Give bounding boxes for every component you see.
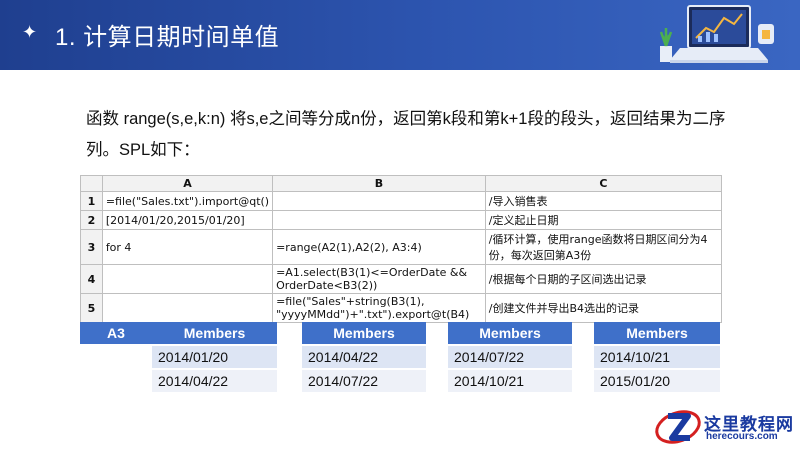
logo-site: herecours.com — [706, 431, 778, 442]
sparkle-icon: ✦ — [22, 22, 38, 42]
intro-text: 函数 range(s,e,k:n) 将s,e之间等分成n份，返回第k段和第k+1… — [86, 110, 726, 159]
cell-b2 — [272, 210, 486, 230]
date-cell: 2014/07/22 — [302, 370, 426, 392]
column-header-c: C — [484, 175, 723, 192]
members-header: Members — [152, 322, 277, 344]
cell-c2: /定义起止日期 — [484, 210, 723, 230]
table-row: 2015/01/20 — [594, 370, 720, 392]
cell-c1: /导入销售表 — [484, 191, 723, 211]
cell-b3: =range(A2(1),A2(2), A3:4) — [272, 229, 486, 265]
cell-a3: for 4 — [101, 229, 274, 265]
spl-code-grid: A B C 1 =file("Sales.txt").import@qt() /… — [80, 175, 723, 323]
row-number: 5 — [80, 293, 103, 323]
result-table-4: Members 2014/10/21 2015/01/20 — [594, 320, 720, 394]
date-cell: 2014/10/21 — [448, 370, 572, 392]
result-table-3: Members 2014/07/22 2014/10/21 — [448, 320, 572, 394]
date-cell: 2014/10/21 — [594, 346, 720, 368]
grid-row: 3 for 4 =range(A2(1),A2(2), A3:4) /循环计算，… — [80, 229, 723, 265]
laptop-chart-illustration — [659, 5, 774, 63]
members-header: Members — [302, 322, 426, 344]
table-row: 2014/10/21 — [448, 370, 572, 392]
date-cell: 2014/04/22 — [152, 370, 277, 392]
table-row: 2014/10/21 — [594, 346, 720, 368]
result-table-2: Members 2014/04/22 2014/07/22 — [302, 320, 426, 394]
cell-b1 — [272, 191, 486, 211]
column-header-b: B — [272, 175, 486, 192]
a3-label: A3 — [80, 322, 152, 344]
table-row: 2014/07/22 — [448, 346, 572, 368]
row-number: 1 — [80, 191, 103, 211]
grid-row: 5 =file("Sales"+string(B3(1), "yyyyMMdd"… — [80, 293, 723, 323]
grid-header-row: A B C — [80, 175, 723, 192]
title-banner: ✦ 1. 计算日期时间单值 — [0, 0, 800, 70]
date-cell: 2015/01/20 — [594, 370, 720, 392]
date-cell: 2014/01/20 — [152, 346, 277, 368]
row-number: 2 — [80, 210, 103, 230]
cell-c5: /创建文件并导出B4选出的记录 — [484, 293, 723, 323]
row-number: 3 — [80, 229, 103, 265]
grid-corner — [80, 175, 103, 192]
members-header: Members — [448, 322, 572, 344]
row-number: 4 — [80, 264, 103, 294]
table-row: 2014/04/22 — [302, 346, 426, 368]
cell-b4: =A1.select(B3(1)<=OrderDate && OrderDate… — [272, 264, 486, 294]
site-logo[interactable]: 这里教程网 herecours.com — [652, 404, 800, 450]
cell-a5 — [101, 293, 274, 323]
cell-c4: /根据每个日期的子区间选出记录 — [484, 264, 723, 294]
table-row: 2014/04/22 — [80, 370, 277, 392]
table-row: 2014/01/20 — [80, 346, 277, 368]
column-header-a: A — [101, 175, 274, 192]
cell-a2: [2014/01/20,2015/01/20] — [101, 210, 274, 230]
slide-title: 1. 计算日期时间单值 — [55, 24, 280, 51]
result-table-1: A3 Members 2014/01/20 2014/04/22 — [80, 320, 277, 394]
cell-a1: =file("Sales.txt").import@qt() — [101, 191, 274, 211]
grid-row: 1 =file("Sales.txt").import@qt() /导入销售表 — [80, 191, 723, 211]
date-cell: 2014/07/22 — [448, 346, 572, 368]
cell-a4 — [101, 264, 274, 294]
table-row: 2014/07/22 — [302, 370, 426, 392]
logo-z-icon — [655, 410, 701, 444]
grid-row: 2 [2014/01/20,2015/01/20] /定义起止日期 — [80, 210, 723, 230]
members-header: Members — [594, 322, 720, 344]
grid-row: 4 =A1.select(B3(1)<=OrderDate && OrderDa… — [80, 264, 723, 294]
date-cell: 2014/04/22 — [302, 346, 426, 368]
cell-c3: /循环计算，使用range函数将日期区间分为4份，每次返回第A3份 — [484, 229, 723, 265]
cell-b5: =file("Sales"+string(B3(1), "yyyyMMdd")+… — [272, 293, 486, 323]
